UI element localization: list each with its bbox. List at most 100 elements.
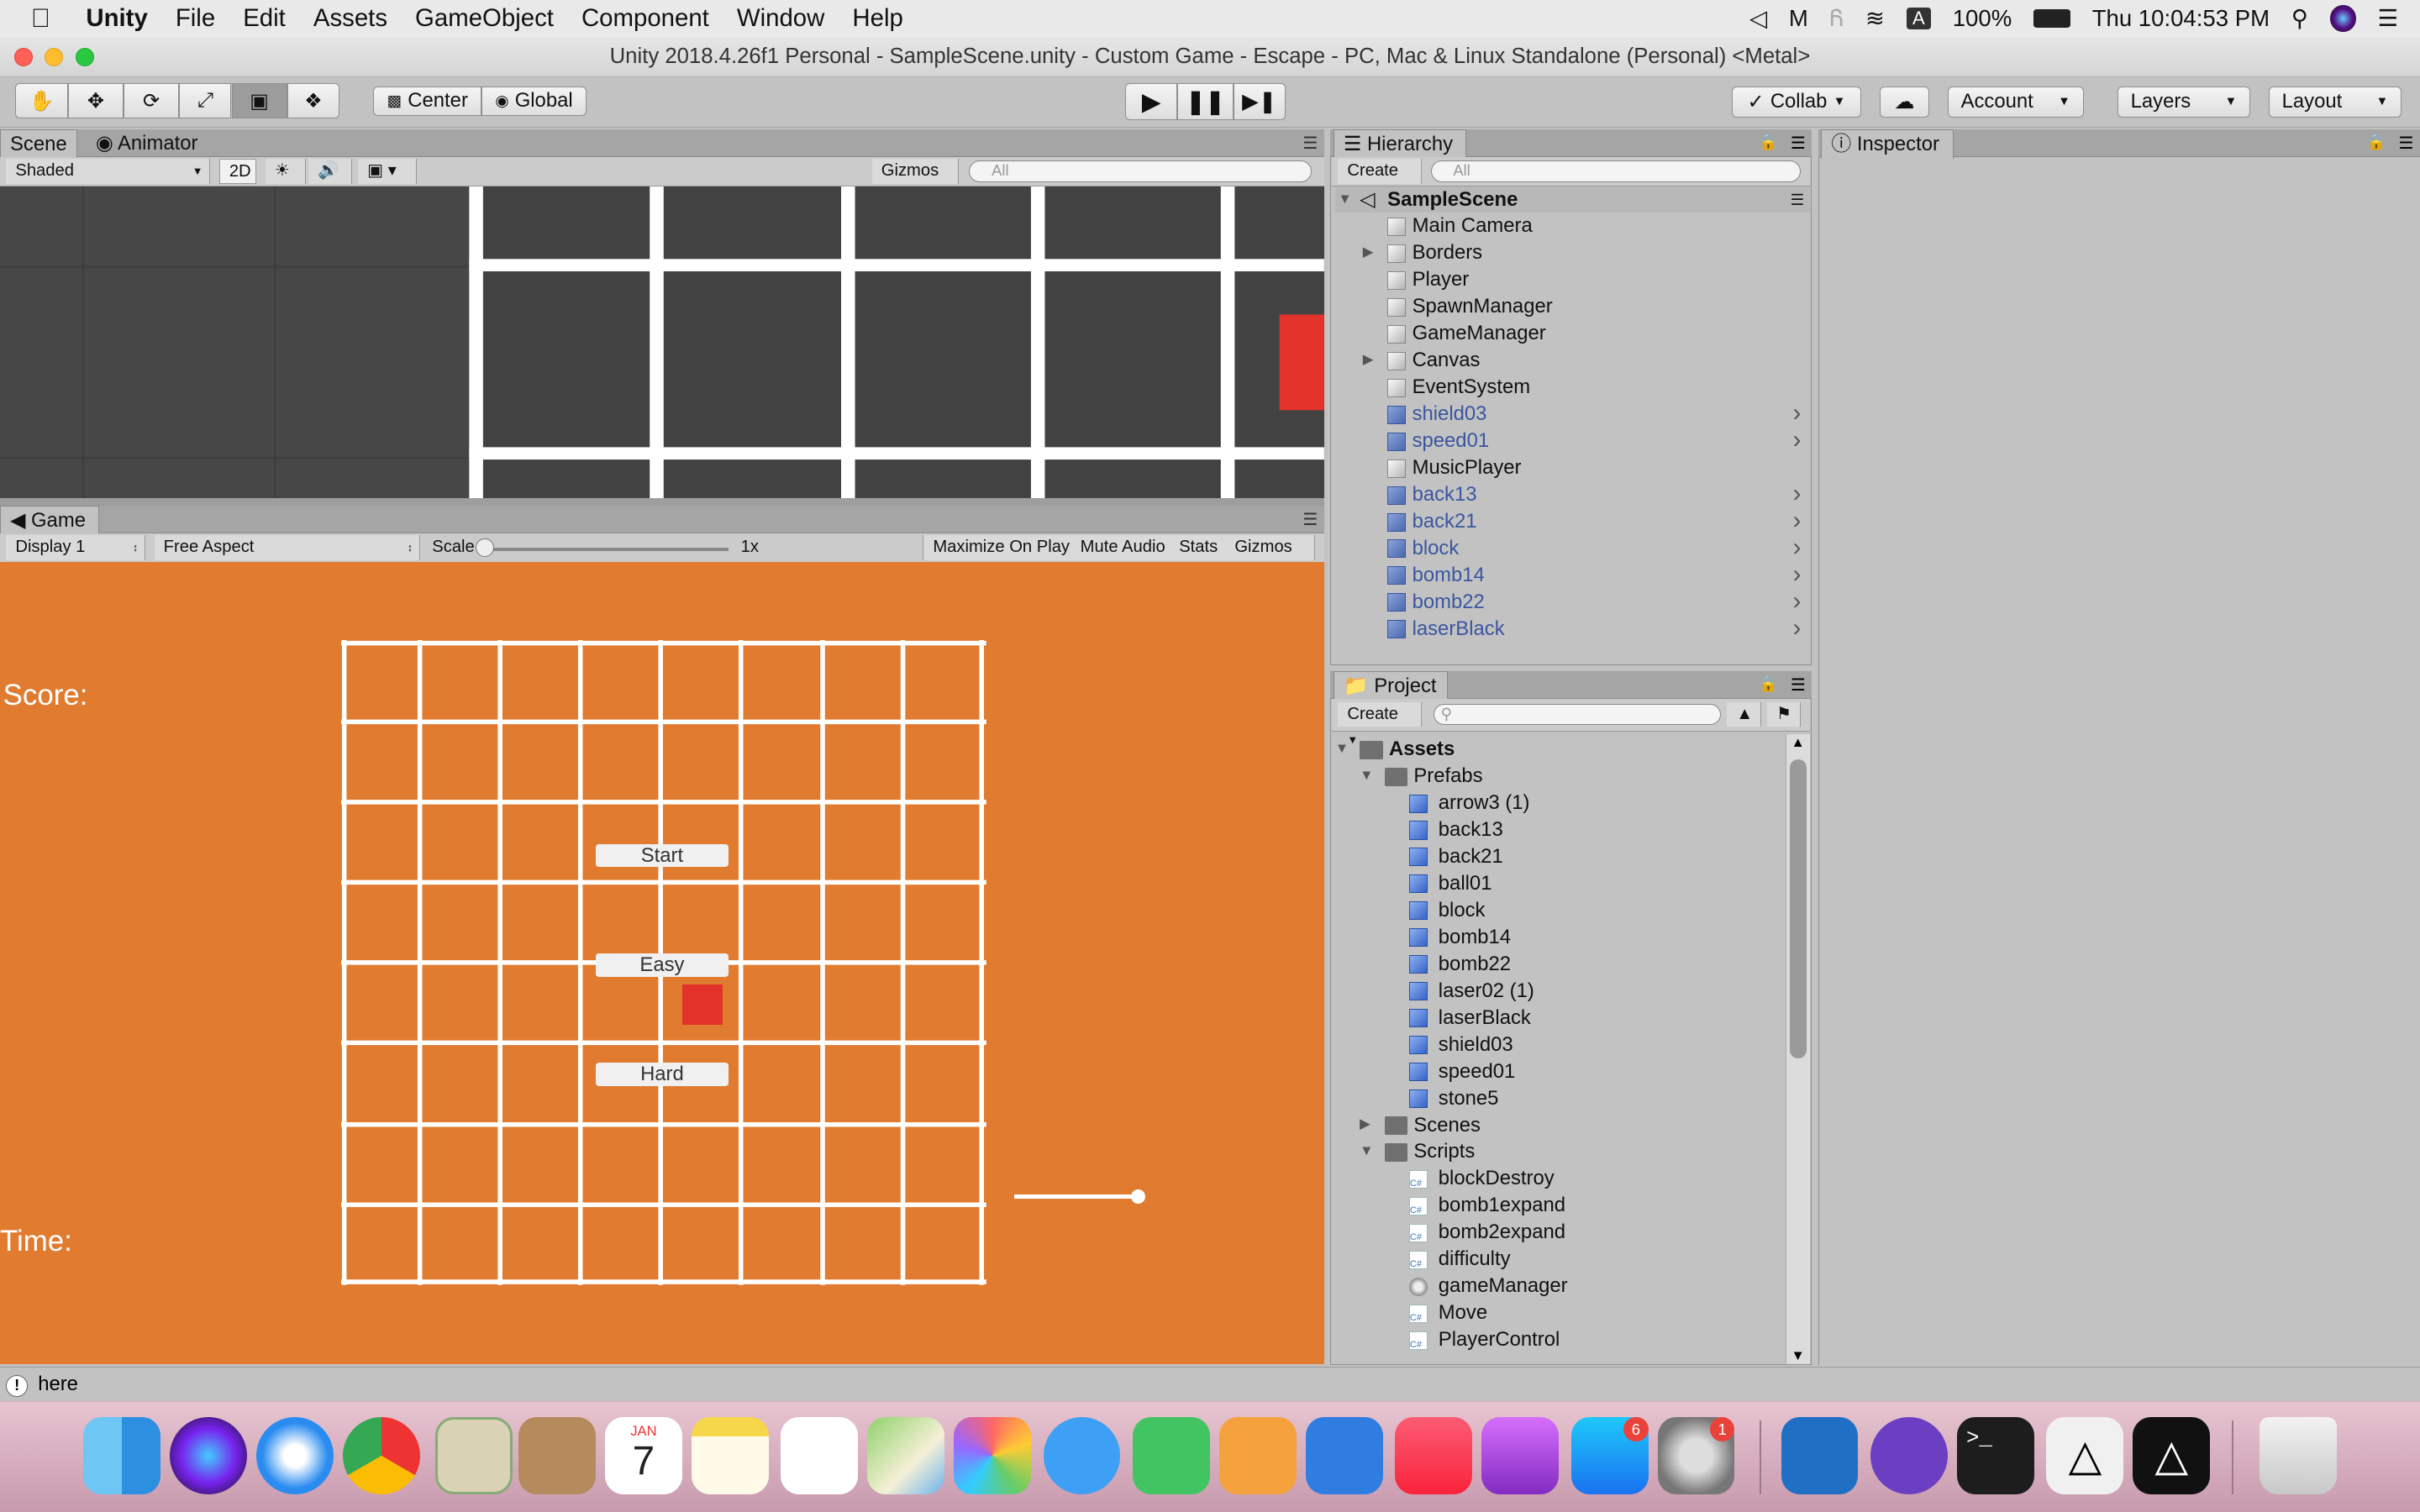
cloud-button[interactable]: ☁ xyxy=(1880,86,1929,118)
menu-assets[interactable]: Assets xyxy=(299,0,401,37)
panel-menu-icon[interactable]: ☰ xyxy=(1791,133,1806,154)
step-button[interactable]: ▶❚ xyxy=(1233,83,1286,121)
menu-help[interactable]: Help xyxy=(839,0,917,37)
easy-button[interactable]: Easy xyxy=(595,953,729,977)
hand-tool-button[interactable]: ✋ xyxy=(15,83,68,119)
filter-by-label-icon[interactable]: ⚑ xyxy=(1767,701,1802,727)
game-viewport[interactable]: Score: Time: Start Easy Hard xyxy=(0,561,1324,1364)
open-prefab-arrow-icon[interactable]: › xyxy=(1793,589,1802,613)
wifi-icon[interactable]: ≋ xyxy=(1865,5,1885,32)
expanded-arrow-icon[interactable]: ▼ xyxy=(1360,766,1378,785)
prefab-item[interactable]: stone5 xyxy=(1335,1085,1783,1111)
move-tool-button[interactable]: ✥ xyxy=(67,83,124,119)
hierarchy-item[interactable]: ▶ Canvas xyxy=(1335,347,1807,373)
time-slider-track[interactable] xyxy=(1013,1194,1138,1200)
scale-slider-thumb[interactable] xyxy=(475,538,494,558)
collab-dropdown[interactable]: ✓ Collab ▼ xyxy=(1731,86,1862,118)
collapsed-arrow-icon[interactable]: ▶ xyxy=(1360,1115,1378,1133)
mute-audio-toggle[interactable]: Mute Audio xyxy=(1071,535,1176,560)
malwarebytes-icon[interactable]: M xyxy=(1789,5,1808,32)
calendar-icon[interactable]: JAN 7 xyxy=(604,1417,682,1494)
hierarchy-item[interactable]: Main Camera xyxy=(1335,213,1807,239)
menu-window[interactable]: Window xyxy=(723,0,839,37)
transform-tool-button[interactable]: ❖ xyxy=(287,83,340,119)
script-item[interactable]: C# difficulty xyxy=(1335,1246,1783,1272)
unity-status-icon[interactable]: ◁ xyxy=(1749,5,1767,32)
scrollbar-thumb[interactable] xyxy=(1789,759,1807,1058)
status-bar[interactable]: ! here xyxy=(0,1367,2420,1401)
panel-menu-icon[interactable]: ☰ xyxy=(1302,133,1318,154)
project-create-dropdown[interactable]: Create ▼ xyxy=(1338,701,1422,746)
terminal-icon[interactable]: >_ xyxy=(1956,1417,2034,1494)
tab-scene[interactable]: Scene xyxy=(0,129,77,160)
play-button[interactable]: ▶ xyxy=(1124,83,1178,121)
chrome-icon[interactable] xyxy=(342,1417,420,1494)
hierarchy-item[interactable]: speed01 › xyxy=(1335,428,1807,454)
collapsed-arrow-icon[interactable]: ▶ xyxy=(1363,243,1381,261)
hierarchy-item[interactable]: block › xyxy=(1335,535,1807,561)
apple-icon[interactable]:  xyxy=(0,0,72,37)
scale-tool-button[interactable]: ⤢ xyxy=(179,83,232,119)
prefab-item[interactable]: shield03 xyxy=(1335,1032,1783,1058)
gizmos-dropdown[interactable]: Gizmos ▼ xyxy=(871,159,959,203)
pivot-center-toggle[interactable]: ▩ Center xyxy=(373,86,482,116)
menu-app-unity[interactable]: Unity xyxy=(72,0,161,37)
maps-icon[interactable] xyxy=(867,1417,945,1494)
finder-icon[interactable] xyxy=(83,1417,160,1494)
pause-button[interactable]: ❚❚ xyxy=(1177,83,1234,121)
panel-menu-icon[interactable]: ☰ xyxy=(2398,133,2413,154)
script-item[interactable]: C# Move xyxy=(1335,1299,1783,1326)
game-gizmos-dropdown[interactable]: Gizmos ▼ xyxy=(1225,535,1315,580)
panel-divider[interactable] xyxy=(0,498,1324,507)
stats-toggle[interactable]: Stats xyxy=(1170,535,1228,560)
open-prefab-arrow-icon[interactable]: › xyxy=(1793,481,1802,506)
open-prefab-arrow-icon[interactable]: › xyxy=(1793,616,1802,640)
tab-project[interactable]: 📁 Project xyxy=(1333,670,1448,701)
hierarchy-search-input[interactable]: All xyxy=(1430,160,1802,182)
pages-icon[interactable] xyxy=(1218,1417,1297,1494)
safari-icon[interactable] xyxy=(255,1417,334,1494)
hierarchy-item[interactable]: GameManager xyxy=(1335,320,1807,346)
display-dropdown[interactable]: Display 1 ↕ xyxy=(6,535,145,560)
zoom-window-button[interactable] xyxy=(75,47,95,66)
lock-icon[interactable]: 🔒 xyxy=(1759,133,1778,151)
time-slider-handle[interactable] xyxy=(1131,1189,1145,1204)
music-icon[interactable] xyxy=(1395,1417,1473,1494)
unity-editor-icon[interactable]: △ xyxy=(2133,1417,2211,1494)
menu-component[interactable]: Component xyxy=(567,0,723,37)
layers-dropdown[interactable]: Layers ▼ xyxy=(2117,86,2250,118)
scroll-down-arrow-icon[interactable]: ▼ xyxy=(1791,1347,1805,1364)
script-item[interactable]: C# bomb2expand xyxy=(1335,1219,1783,1245)
hard-button[interactable]: Hard xyxy=(595,1063,729,1087)
spotlight-search-icon[interactable]: ⚲ xyxy=(2291,5,2308,32)
trash-icon[interactable] xyxy=(2259,1417,2337,1494)
prefab-item[interactable]: arrow3 (1) xyxy=(1335,790,1783,816)
open-prefab-arrow-icon[interactable]: › xyxy=(1793,401,1802,425)
open-prefab-arrow-icon[interactable]: › xyxy=(1793,535,1802,559)
vscode-icon[interactable] xyxy=(1781,1417,1859,1494)
project-search-input[interactable]: ⚲ xyxy=(1434,703,1721,726)
contacts-icon[interactable] xyxy=(518,1417,596,1494)
mail-icon[interactable] xyxy=(434,1417,513,1494)
siri-icon[interactable] xyxy=(170,1417,247,1494)
effects-dropdown-icon[interactable]: ▣ ▾ xyxy=(358,159,417,184)
account-dropdown[interactable]: Account ▼ xyxy=(1947,86,2084,118)
hierarchy-item[interactable]: ▶ Borders xyxy=(1335,239,1807,265)
hierarchy-item[interactable]: shield03 › xyxy=(1335,401,1807,427)
audio-toggle-icon[interactable]: 🔊 xyxy=(308,159,352,184)
maximize-on-play-toggle[interactable]: Maximize On Play xyxy=(923,535,1081,560)
tab-animator[interactable]: ◉ Animator xyxy=(87,129,208,159)
podcasts-icon[interactable] xyxy=(1481,1417,1560,1494)
scene-search-input[interactable]: All xyxy=(969,160,1313,182)
unity-hub-icon[interactable]: △ xyxy=(2046,1417,2124,1494)
prefab-item[interactable]: bomb14 xyxy=(1335,924,1783,950)
notes-icon[interactable] xyxy=(691,1417,769,1494)
scripts-folder[interactable]: ▼ Scripts xyxy=(1335,1138,1783,1164)
hierarchy-item[interactable]: Player xyxy=(1335,266,1807,292)
hierarchy-item[interactable]: laserBlack › xyxy=(1335,616,1807,642)
scenes-folder[interactable]: ▶ Scenes xyxy=(1335,1112,1783,1138)
lighting-toggle-icon[interactable]: ☀ xyxy=(265,159,306,184)
expanded-arrow-icon[interactable]: ▼ xyxy=(1360,1142,1378,1160)
notification-center-icon[interactable]: ☰ xyxy=(2378,5,2399,32)
menu-gameobject[interactable]: GameObject xyxy=(402,0,568,37)
